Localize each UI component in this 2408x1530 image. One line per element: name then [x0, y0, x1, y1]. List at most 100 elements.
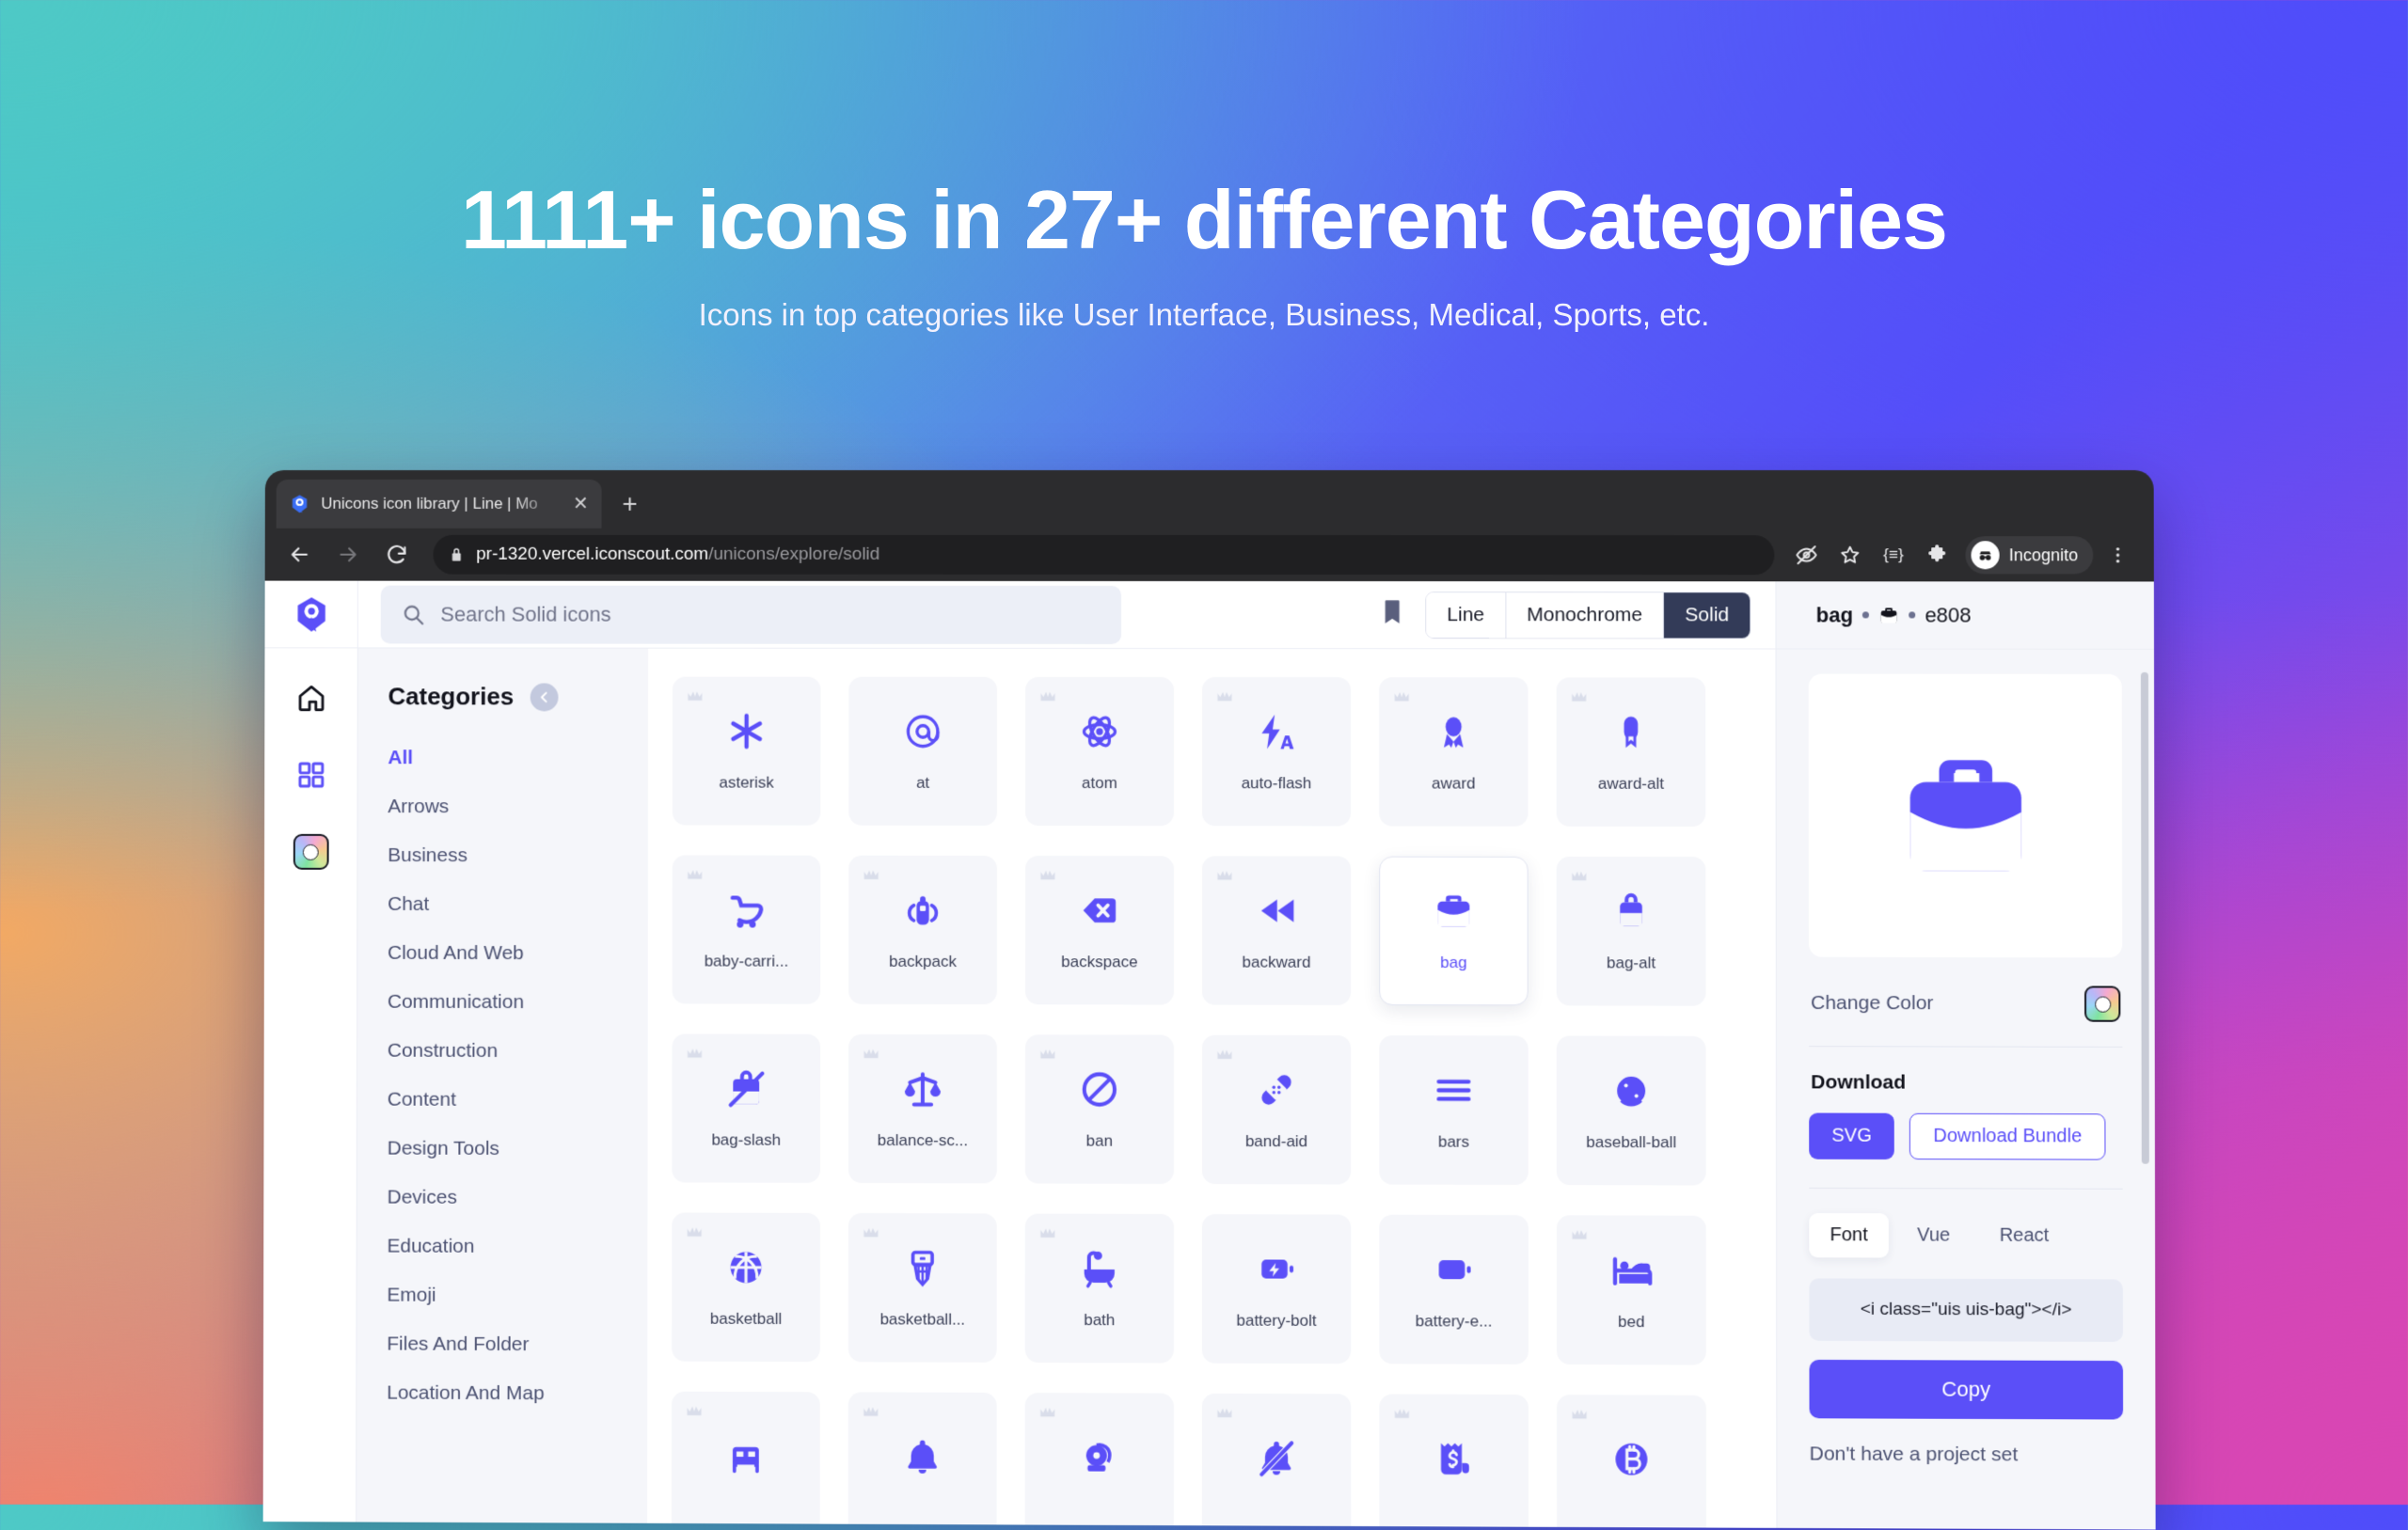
- category-item[interactable]: Devices: [388, 1174, 648, 1223]
- detail-icon-code: e808: [1925, 602, 1972, 627]
- code-snippet[interactable]: <i class="uis uis-bag"></i>: [1809, 1278, 2123, 1342]
- download-bundle-button[interactable]: Download Bundle: [1909, 1112, 2106, 1160]
- category-item[interactable]: Files And Folder: [387, 1320, 647, 1370]
- icon-cell[interactable]: battery-bolt: [1201, 1214, 1352, 1364]
- crown-icon: [862, 1403, 880, 1427]
- category-item[interactable]: Chat: [388, 880, 648, 929]
- icon-cell[interactable]: [848, 1392, 997, 1528]
- icon-cell[interactable]: backward: [1201, 856, 1352, 1005]
- incognito-icon: [1979, 551, 1991, 560]
- icon-cell[interactable]: bag-alt: [1556, 856, 1706, 1006]
- close-icon[interactable]: ✕: [573, 494, 589, 514]
- bars-icon: [1433, 1068, 1474, 1112]
- incognito-profile-button[interactable]: Incognito: [1965, 536, 2094, 575]
- icon-cell[interactable]: baseball-ball: [1556, 1035, 1706, 1186]
- icon-cell[interactable]: backspace: [1024, 856, 1174, 1005]
- rail-home-button[interactable]: [290, 676, 333, 719]
- forward-button[interactable]: [330, 537, 366, 573]
- category-item[interactable]: Location And Map: [387, 1369, 647, 1419]
- icon-cell-label: band-aid: [1244, 1132, 1308, 1151]
- icon-cell[interactable]: basketball: [672, 1212, 820, 1363]
- icon-cell[interactable]: atom: [1024, 676, 1174, 827]
- icon-cell[interactable]: asterisk: [672, 676, 821, 826]
- lock-icon: [452, 548, 461, 561]
- category-item[interactable]: Cloud And Web: [388, 929, 648, 978]
- download-buttons: SVG Download Bundle: [1809, 1112, 2122, 1160]
- category-item[interactable]: Construction: [388, 1027, 648, 1077]
- icon-cell-label: ban: [1085, 1131, 1114, 1150]
- change-color-swatch[interactable]: [2084, 986, 2121, 1022]
- icon-cell[interactable]: award: [1379, 677, 1529, 827]
- style-option-monochrome[interactable]: Monochrome: [1506, 591, 1665, 638]
- icon-cell[interactable]: backpack: [848, 855, 997, 1005]
- crown-icon: [1215, 688, 1234, 712]
- icon-cell-label: bag-slash: [711, 1130, 781, 1149]
- icon-cell[interactable]: [1201, 1393, 1352, 1528]
- copy-button[interactable]: Copy: [1809, 1359, 2124, 1420]
- bag-alt-icon: [1610, 890, 1652, 933]
- icon-cell[interactable]: bag-slash: [672, 1033, 821, 1183]
- crown-icon: [685, 1224, 704, 1248]
- url-domain: pr-1320.vercel.iconscout.com: [476, 544, 709, 564]
- icon-cell[interactable]: bath: [1024, 1213, 1174, 1364]
- category-item[interactable]: Business: [388, 831, 648, 880]
- tab-font[interactable]: Font: [1809, 1213, 1889, 1258]
- style-switcher-area: Line Monochrome Solid: [1380, 591, 1775, 639]
- icon-cell[interactable]: battery-e...: [1379, 1214, 1529, 1364]
- browser-menu-icon[interactable]: [2099, 537, 2136, 573]
- tab-vue[interactable]: Vue: [1896, 1213, 1971, 1258]
- category-item[interactable]: Education: [387, 1222, 647, 1272]
- browser-tab[interactable]: Unicons icon library | Line | Mo ✕: [276, 479, 602, 528]
- icon-cell-label: backward: [1242, 953, 1311, 971]
- crown-icon: [1570, 1226, 1589, 1250]
- category-item[interactable]: All: [388, 733, 648, 782]
- icon-cell[interactable]: [671, 1391, 820, 1528]
- icon-cell[interactable]: bars: [1379, 1035, 1529, 1186]
- icon-cell[interactable]: baby-carri...: [672, 855, 821, 1004]
- backward-icon: [1256, 889, 1297, 932]
- icon-cell[interactable]: bed: [1556, 1215, 1706, 1365]
- extensions-icon[interactable]: [1918, 537, 1956, 573]
- eye-off-icon[interactable]: [1787, 537, 1825, 573]
- icon-cell[interactable]: basketball...: [848, 1213, 997, 1363]
- crown-icon: [1038, 1225, 1057, 1249]
- new-tab-button[interactable]: +: [622, 489, 637, 519]
- crown-icon: [1570, 1406, 1589, 1429]
- icon-cell[interactable]: [1379, 1394, 1529, 1528]
- crown-icon: [862, 867, 880, 891]
- icon-cell[interactable]: ban: [1024, 1034, 1174, 1184]
- category-item[interactable]: Emoji: [387, 1271, 647, 1321]
- icon-cell[interactable]: [1557, 1395, 1706, 1528]
- bookmark-star-icon[interactable]: [1831, 537, 1869, 573]
- json-viewer-icon[interactable]: {≡}: [1875, 537, 1912, 573]
- search-input[interactable]: Search Solid icons: [380, 585, 1122, 644]
- icon-cell[interactable]: at: [848, 676, 998, 826]
- icon-cell[interactable]: [1024, 1393, 1174, 1528]
- bed-icon: [1610, 1249, 1652, 1292]
- rail-color-picker-button[interactable]: [289, 830, 332, 874]
- icon-cell[interactable]: balance-sc...: [848, 1033, 997, 1184]
- icon-cell[interactable]: band-aid: [1201, 1034, 1352, 1185]
- bell-slash-icon: [1256, 1436, 1297, 1479]
- category-item[interactable]: Content: [388, 1076, 648, 1126]
- collapse-sidebar-button[interactable]: [531, 682, 559, 711]
- download-svg-button[interactable]: SVG: [1809, 1112, 1895, 1159]
- brand-logo[interactable]: [264, 580, 358, 648]
- reload-button[interactable]: [379, 537, 415, 573]
- category-item[interactable]: Design Tools: [388, 1125, 648, 1175]
- icon-detail-panel: Change Color Download SVG Download Bundl…: [1775, 649, 2156, 1530]
- back-button[interactable]: [282, 537, 318, 573]
- style-option-solid[interactable]: Solid: [1664, 591, 1751, 638]
- tab-react[interactable]: React: [1978, 1214, 2069, 1259]
- address-bar[interactable]: pr-1320.vercel.iconscout.com/unicons/exp…: [433, 534, 1775, 576]
- icon-cell[interactable]: bag: [1379, 856, 1529, 1006]
- icon-cell[interactable]: auto-flash: [1201, 677, 1352, 827]
- detail-panel-scrollbar[interactable]: [2140, 671, 2149, 1164]
- icon-cell-label: at: [916, 773, 930, 792]
- category-item[interactable]: Arrows: [388, 782, 648, 831]
- icon-cell[interactable]: award-alt: [1556, 677, 1706, 828]
- rail-grid-button[interactable]: [290, 753, 333, 797]
- bookmark-icon[interactable]: [1380, 598, 1404, 631]
- category-item[interactable]: Communication: [388, 978, 648, 1028]
- style-option-line[interactable]: Line: [1426, 591, 1507, 638]
